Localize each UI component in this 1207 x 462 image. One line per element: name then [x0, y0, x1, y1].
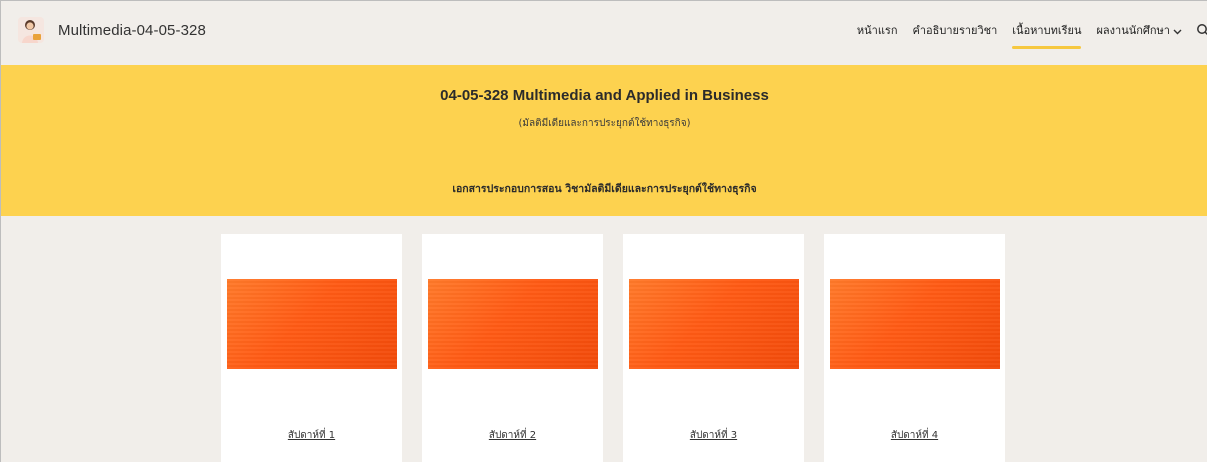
week-card[interactable]: สัปดาห์ที่ 1	[221, 234, 402, 462]
week-link[interactable]: สัปดาห์ที่ 1	[221, 428, 402, 443]
nav-student-works-label: ผลงานนักศึกษา	[1096, 24, 1170, 37]
profile-avatar-icon	[18, 17, 44, 43]
week-card[interactable]: สัปดาห์ที่ 3	[623, 234, 804, 462]
page: Multimedia-04-05-328 หน้าแรก คำอธิบายราย…	[0, 0, 1207, 462]
week-thumbnail[interactable]	[227, 279, 397, 369]
week-thumbnail[interactable]	[629, 279, 799, 369]
banner-subtitle: (มัลติมีเดียและการประยุกต์ใช้ทางธุรกิจ)	[518, 118, 691, 129]
nav-course-description[interactable]: คำอธิบายรายวิชา	[912, 21, 997, 39]
week-thumbnail[interactable]	[830, 279, 1000, 369]
week-card[interactable]: สัปดาห์ที่ 4	[824, 234, 1005, 462]
search-icon[interactable]	[1196, 23, 1207, 37]
site-brand[interactable]: Multimedia-04-05-328	[18, 17, 206, 43]
week-card[interactable]: สัปดาห์ที่ 2	[422, 234, 603, 462]
nav-home[interactable]: หน้าแรก	[857, 21, 898, 39]
main-nav: หน้าแรก คำอธิบายรายวิชา เนื้อหาบทเรียน ผ…	[842, 21, 1207, 49]
week-cards: สัปดาห์ที่ 1 สัปดาห์ที่ 2 สัปดาห์ที่ 3 ส…	[221, 234, 1005, 462]
banner-title: 04-05-328 Multimedia and Applied in Busi…	[440, 87, 769, 104]
site-title[interactable]: Multimedia-04-05-328	[58, 22, 206, 39]
hero-banner: 04-05-328 Multimedia and Applied in Busi…	[1, 65, 1207, 216]
nav-student-works[interactable]: ผลงานนักศึกษา	[1096, 21, 1182, 39]
week-link[interactable]: สัปดาห์ที่ 3	[623, 428, 804, 443]
banner-description: เอกสารประกอบการสอน วิชามัลติมีเดียและการ…	[452, 183, 757, 195]
site-header: Multimedia-04-05-328 หน้าแรก คำอธิบายราย…	[1, 1, 1207, 65]
week-link[interactable]: สัปดาห์ที่ 4	[824, 428, 1005, 443]
week-thumbnail[interactable]	[428, 279, 598, 369]
nav-lesson-content[interactable]: เนื้อหาบทเรียน	[1012, 21, 1082, 49]
chevron-down-icon	[1173, 25, 1182, 38]
week-link[interactable]: สัปดาห์ที่ 2	[422, 428, 603, 443]
